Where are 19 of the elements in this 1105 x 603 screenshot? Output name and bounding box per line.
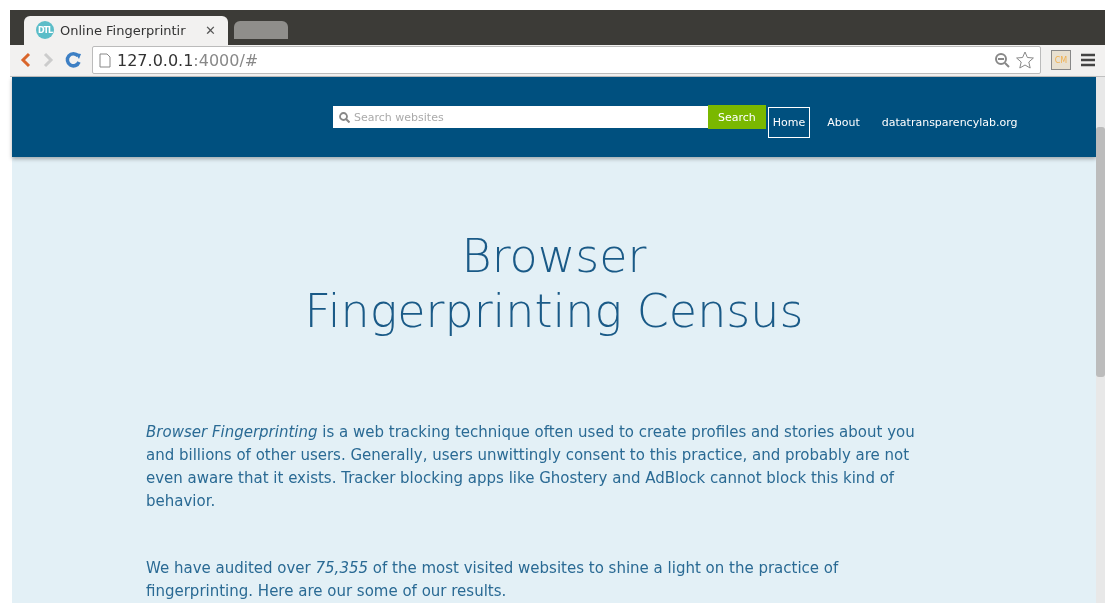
scrollbar-thumb[interactable] xyxy=(1096,127,1105,377)
browser-tab[interactable]: DTL Online Fingerprintir ✕ xyxy=(24,15,228,45)
nav-link[interactable]: datatransparencylab.org xyxy=(876,106,1023,138)
tab-favicon-icon: DTL xyxy=(36,21,54,40)
nav-link[interactable]: Home xyxy=(767,106,811,138)
address-bar[interactable]: 127.0.0.1:4000/# xyxy=(92,46,1041,75)
page-title: Browser Fingerprinting Census xyxy=(303,229,805,339)
back-icon[interactable] xyxy=(20,52,32,69)
zoom-icon xyxy=(994,52,1010,69)
reload-icon[interactable] xyxy=(64,51,82,70)
intro-paragraph: We have audited over 75,355 of the most visited websites to shine a light on the practice of fingerprinting. Here are our some of our results. xyxy=(146,558,840,602)
page-icon xyxy=(99,52,111,68)
nav-link[interactable]: About xyxy=(822,106,865,138)
intro-paragraph: Browser Fingerprinting is a web tracking technique often used to create profiles and stories about you and billions of other users. Generally, users unwittingly consent to this practice, and probably are not even aware that it exists. Tracker blocking apps like Ghostery and AdBlock cannot block this kind of behavior. xyxy=(146,422,916,512)
browser-tab[interactable] xyxy=(234,20,288,39)
search-icon xyxy=(339,111,350,123)
star-icon[interactable] xyxy=(1016,51,1034,70)
menu-icon[interactable] xyxy=(1081,53,1095,68)
close-icon[interactable]: ✕ xyxy=(205,22,216,38)
